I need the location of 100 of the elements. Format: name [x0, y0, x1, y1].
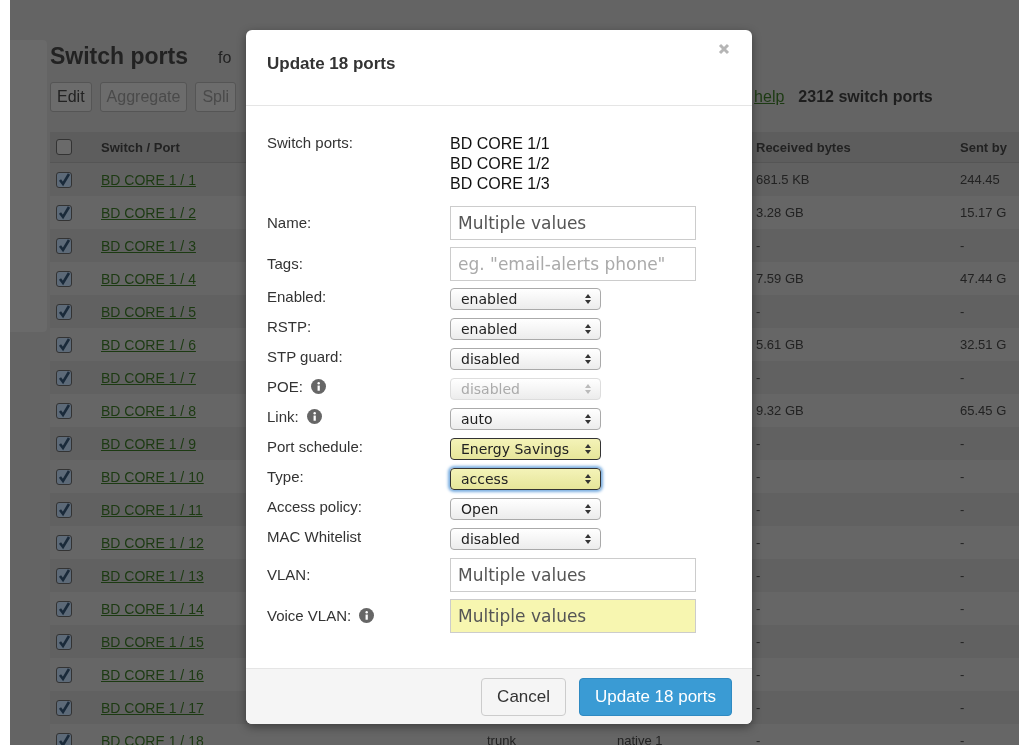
table-cell: 9.32 GB — [756, 403, 804, 418]
row-checkbox[interactable] — [56, 699, 72, 716]
port-link[interactable]: BD CORE 1 / 16 — [101, 666, 204, 683]
port-link[interactable]: BD CORE 1 / 15 — [101, 633, 204, 650]
column-header[interactable]: Switch / Port — [101, 139, 180, 155]
row-checkbox[interactable] — [56, 501, 72, 518]
field-label: RSTP: — [267, 318, 312, 335]
port-link[interactable]: BD CORE 1 / 14 — [101, 600, 204, 617]
port-link[interactable]: BD CORE 1 / 2 — [101, 204, 196, 221]
table-cell: 5.61 GB — [756, 337, 804, 352]
field-label: VLAN: — [267, 566, 311, 583]
column-header[interactable]: Sent by — [960, 139, 1007, 155]
port-link[interactable]: BD CORE 1 / 1 — [101, 171, 196, 188]
row-checkbox[interactable] — [56, 732, 72, 745]
table-cell: - — [960, 535, 965, 550]
row-checkbox[interactable] — [56, 600, 72, 617]
table-cell: - — [756, 370, 761, 385]
table-cell: - — [960, 469, 965, 484]
field-label: Port schedule: — [267, 438, 363, 455]
row-checkbox[interactable] — [56, 468, 72, 485]
text-field[interactable]: eg. "email-alerts phone" — [450, 247, 696, 281]
port-link[interactable]: BD CORE 1 / 4 — [101, 270, 196, 287]
row-checkbox[interactable] — [56, 534, 72, 551]
switch-port-item: BD CORE 1/3 — [450, 174, 551, 194]
row-checkbox[interactable] — [56, 567, 72, 584]
switch-port-item: BD CORE 1/1 — [450, 134, 551, 154]
row-checkbox[interactable] — [56, 237, 72, 254]
table-cell: - — [960, 601, 965, 616]
dropdown[interactable]: enabled — [450, 288, 601, 310]
close-icon[interactable] — [718, 43, 730, 55]
dialog-title: Update 18 ports — [267, 53, 396, 74]
port-link[interactable]: BD CORE 1 / 7 — [101, 369, 196, 386]
toolbar-button[interactable]: Edit — [50, 82, 92, 112]
select-all-checkbox[interactable] — [56, 139, 72, 156]
info-icon[interactable] — [306, 409, 322, 424]
field-label: Switch ports: — [267, 134, 354, 151]
field-label: Enabled: — [267, 288, 327, 305]
text-field[interactable]: Multiple values — [450, 599, 696, 633]
column-header[interactable]: Received bytes — [756, 139, 851, 155]
field-label: Tags: — [267, 255, 303, 272]
update-button[interactable]: Update 18 ports — [579, 677, 732, 716]
dropdown[interactable]: auto — [450, 408, 601, 430]
dropdown[interactable]: disabled — [450, 348, 601, 370]
table-cell: - — [960, 700, 965, 715]
table-cell: 244.45 — [960, 172, 1000, 187]
dropdown[interactable]: disabled — [450, 528, 601, 550]
table-cell: - — [960, 304, 965, 319]
help-link[interactable]: help — [754, 88, 785, 106]
text-field[interactable]: Multiple values — [450, 558, 696, 592]
page-subtitle: fo — [218, 49, 232, 68]
row-checkbox[interactable] — [56, 171, 72, 188]
field-label: POE: — [267, 378, 303, 395]
table-cell: - — [756, 667, 761, 682]
table-cell: - — [756, 601, 761, 616]
dropdown[interactable]: Energy Savings — [450, 438, 601, 460]
table-cell: 32.51 G — [960, 337, 1007, 352]
table-cell: 47.44 G — [960, 271, 1007, 286]
port-link[interactable]: BD CORE 1 / 13 — [101, 567, 204, 584]
row-checkbox[interactable] — [56, 204, 72, 221]
table-cell: - — [960, 238, 965, 253]
port-link[interactable]: BD CORE 1 / 12 — [101, 534, 204, 551]
updown-arrows-icon — [584, 503, 592, 515]
text-field[interactable]: Multiple values — [450, 206, 696, 240]
row-checkbox[interactable] — [56, 633, 72, 650]
info-icon[interactable] — [359, 608, 375, 623]
row-checkbox[interactable] — [56, 270, 72, 287]
field-label: Access policy: — [267, 498, 363, 515]
cancel-button[interactable]: Cancel — [481, 677, 567, 716]
field-label: Link: — [267, 408, 299, 425]
port-link[interactable]: BD CORE 1 / 17 — [101, 699, 204, 716]
port-link[interactable]: BD CORE 1 / 5 — [101, 303, 196, 320]
updown-arrows-icon — [584, 473, 592, 485]
table-cell: - — [756, 304, 761, 319]
port-link[interactable]: BD CORE 1 / 8 — [101, 402, 196, 419]
dropdown[interactable]: access — [450, 468, 601, 490]
table-cell: - — [756, 535, 761, 550]
table-cell: 681.5 KB — [756, 172, 810, 187]
row-checkbox[interactable] — [56, 369, 72, 386]
table-cell: - — [960, 370, 965, 385]
row-checkbox[interactable] — [56, 666, 72, 683]
table-cell: 65.45 G — [960, 403, 1007, 418]
row-checkbox[interactable] — [56, 402, 72, 419]
table-cell: - — [756, 469, 761, 484]
port-link[interactable]: BD CORE 1 / 18 — [101, 732, 204, 745]
row-checkbox[interactable] — [56, 303, 72, 320]
port-link[interactable]: BD CORE 1 / 11 — [101, 501, 203, 518]
row-checkbox[interactable] — [56, 336, 72, 353]
table-cell: - — [756, 733, 761, 745]
dropdown[interactable]: Open — [450, 498, 601, 520]
table-cell: - — [960, 733, 965, 745]
row-checkbox[interactable] — [56, 435, 72, 452]
dropdown[interactable]: enabled — [450, 318, 601, 340]
port-count: 2312 switch ports — [798, 88, 933, 106]
port-link[interactable]: BD CORE 1 / 10 — [101, 468, 204, 485]
port-link[interactable]: BD CORE 1 / 9 — [101, 435, 196, 452]
port-link[interactable]: BD CORE 1 / 3 — [101, 237, 196, 254]
table-cell: native 1 — [617, 733, 663, 745]
port-link[interactable]: BD CORE 1 / 6 — [101, 336, 196, 353]
field-label: MAC Whitelist — [267, 528, 362, 545]
table-cell: - — [960, 568, 965, 583]
